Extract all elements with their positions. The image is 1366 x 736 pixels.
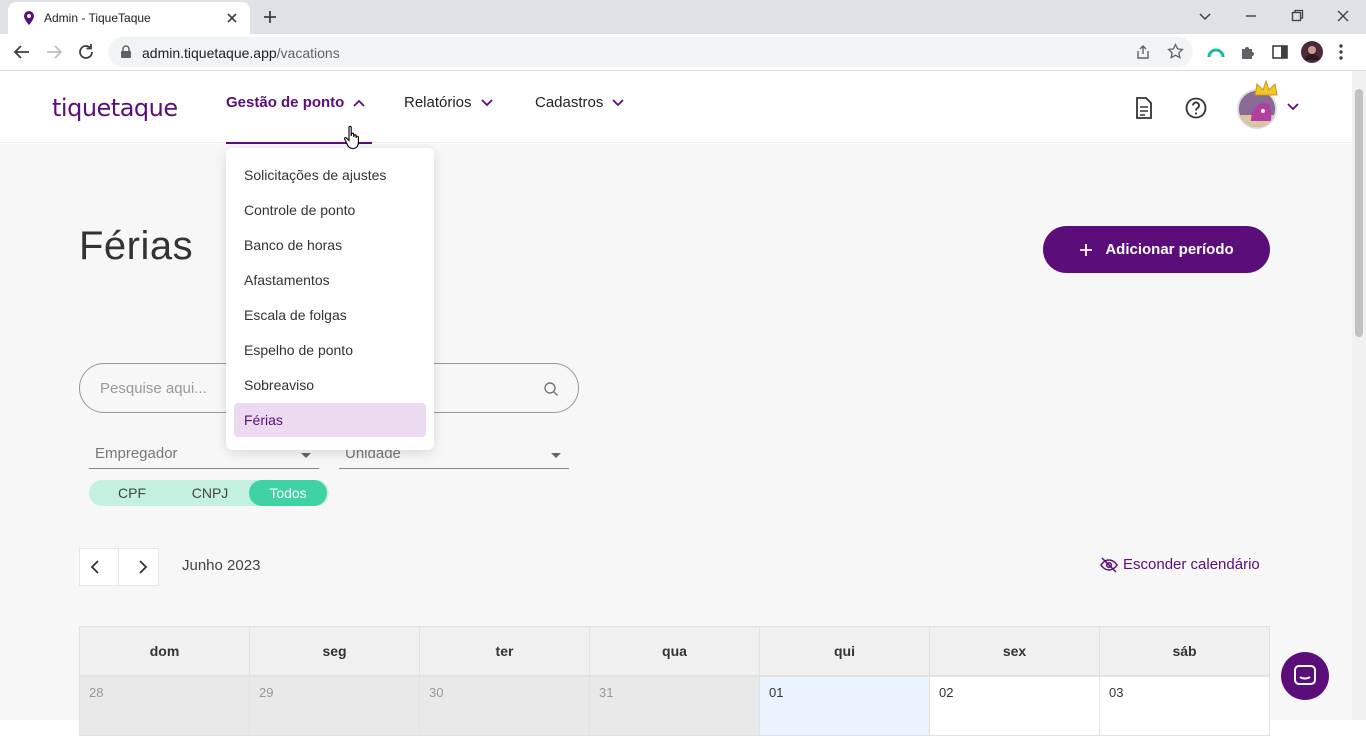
menu-item-espelho-de-ponto[interactable]: Espelho de ponto: [234, 333, 426, 367]
crown-icon: [1253, 79, 1279, 99]
menu-item-ferias[interactable]: Férias: [234, 403, 426, 437]
chevron-down-icon[interactable]: [1286, 102, 1300, 112]
weekday-header: ter: [419, 626, 590, 676]
calendar-nav: [79, 548, 159, 586]
calendar-day-today[interactable]: 01: [759, 676, 930, 736]
toggle-todos[interactable]: Todos: [249, 480, 327, 506]
weekday-header: sáb: [1099, 626, 1270, 676]
add-period-label: Adicionar período: [1105, 241, 1234, 258]
extension-arc-icon[interactable]: [1207, 43, 1225, 61]
browser-toolbar: admin.tiquetaque.app/vacations: [0, 34, 1366, 71]
help-icon[interactable]: [1185, 97, 1207, 119]
side-panel-icon[interactable]: [1271, 43, 1289, 61]
plus-icon: [1079, 243, 1093, 257]
close-window-icon[interactable]: [1335, 6, 1351, 26]
menu-item-afastamentos[interactable]: Afastamentos: [234, 263, 426, 297]
hide-calendar-link[interactable]: Esconder calendário: [1100, 556, 1260, 573]
minimize-icon[interactable]: [1243, 6, 1259, 26]
back-arrow-icon[interactable]: [12, 43, 32, 61]
url-text: admin.tiquetaque.app/vacations: [142, 45, 340, 61]
employer-select-label: Empregador: [95, 445, 178, 462]
share-icon[interactable]: [1135, 44, 1151, 60]
restore-icon[interactable]: [1289, 6, 1305, 26]
address-bar[interactable]: admin.tiquetaque.app/vacations: [108, 37, 1193, 67]
document-type-toggle: CPF CNPJ Todos: [89, 480, 329, 506]
reload-icon[interactable]: [77, 43, 95, 61]
search-placeholder: Pesquise aqui...: [100, 380, 207, 397]
caret-down-icon: [301, 453, 311, 458]
search-icon[interactable]: [543, 381, 559, 397]
calendar-day[interactable]: 02: [929, 676, 1100, 736]
calendar-grid: dom seg ter qua qui sex sáb 28 29 30 31 …: [79, 626, 1270, 736]
calendar-day[interactable]: 03: [1099, 676, 1270, 736]
chat-icon: [1293, 664, 1317, 688]
lock-icon: [120, 45, 132, 59]
app-header: tiquetaque Gestão de ponto Relatórios Ca…: [0, 71, 1352, 145]
nav-label: Relatórios: [404, 94, 472, 111]
browser-menu-icon[interactable]: [1338, 43, 1344, 61]
bookmark-star-icon[interactable]: [1167, 43, 1184, 60]
tab-title: Admin - TiqueTaque: [44, 11, 151, 25]
toggle-cnpj[interactable]: CNPJ: [169, 480, 251, 506]
menu-item-controle-de-ponto[interactable]: Controle de ponto: [234, 193, 426, 227]
chevron-down-icon: [480, 98, 494, 108]
nav-label: Gestão de ponto: [226, 94, 345, 111]
calendar-day[interactable]: 31: [589, 676, 760, 736]
profile-avatar-icon[interactable]: [1301, 41, 1323, 63]
menu-item-banco-de-horas[interactable]: Banco de horas: [234, 228, 426, 262]
menu-item-sobreaviso[interactable]: Sobreaviso: [234, 368, 426, 402]
chevron-right-icon[interactable]: [137, 559, 149, 575]
caret-down-icon: [551, 453, 561, 458]
divider: [118, 548, 120, 586]
add-period-button[interactable]: Adicionar período: [1043, 226, 1270, 273]
menu-item-solicitacoes[interactable]: Solicitações de ajustes: [234, 158, 426, 192]
document-icon[interactable]: [1134, 97, 1154, 119]
chat-launcher-button[interactable]: [1281, 652, 1329, 700]
gestao-de-ponto-dropdown: Solicitações de ajustes Controle de pont…: [226, 148, 434, 450]
menu-item-escala-de-folgas[interactable]: Escala de folgas: [234, 298, 426, 332]
hand-cursor-icon: [344, 125, 362, 151]
map-pin-icon: [21, 10, 37, 26]
tab-search-chevron-icon[interactable]: [1197, 6, 1213, 26]
scrollbar-thumb[interactable]: [1355, 89, 1363, 337]
weekday-header: seg: [249, 626, 420, 676]
page-scrollbar[interactable]: [1352, 71, 1366, 720]
chevron-up-icon: [352, 98, 366, 108]
page-title: Férias: [79, 224, 194, 268]
browser-tab[interactable]: Admin - TiqueTaque: [8, 2, 250, 34]
hide-calendar-label: Esconder calendário: [1123, 556, 1260, 573]
weekday-header: sex: [929, 626, 1100, 676]
eye-off-icon: [1100, 556, 1118, 573]
new-tab-icon[interactable]: [260, 7, 280, 27]
calendar-month-label: Junho 2023: [182, 557, 261, 574]
logo[interactable]: tiquetaque: [52, 94, 178, 122]
toggle-cpf[interactable]: CPF: [89, 480, 175, 506]
weekday-header: qua: [589, 626, 760, 676]
close-tab-icon[interactable]: [224, 10, 240, 26]
chevron-down-icon: [611, 98, 625, 108]
main-content: Férias Adicionar período Pesquise aqui..…: [0, 144, 1352, 736]
calendar-day[interactable]: 29: [249, 676, 420, 736]
nav-gestao-de-ponto[interactable]: Gestão de ponto: [226, 94, 366, 111]
nav-cadastros[interactable]: Cadastros: [535, 94, 625, 111]
forward-arrow-icon[interactable]: [44, 43, 64, 61]
weekday-header: qui: [759, 626, 930, 676]
calendar-day[interactable]: 28: [79, 676, 250, 736]
nav-label: Cadastros: [535, 94, 604, 111]
chevron-left-icon[interactable]: [89, 559, 101, 575]
weekday-header: dom: [79, 626, 250, 676]
extensions-puzzle-icon[interactable]: [1239, 43, 1257, 61]
nav-relatorios[interactable]: Relatórios: [404, 94, 494, 111]
calendar-day[interactable]: 30: [419, 676, 590, 736]
browser-tab-bar: Admin - TiqueTaque: [0, 0, 1366, 34]
